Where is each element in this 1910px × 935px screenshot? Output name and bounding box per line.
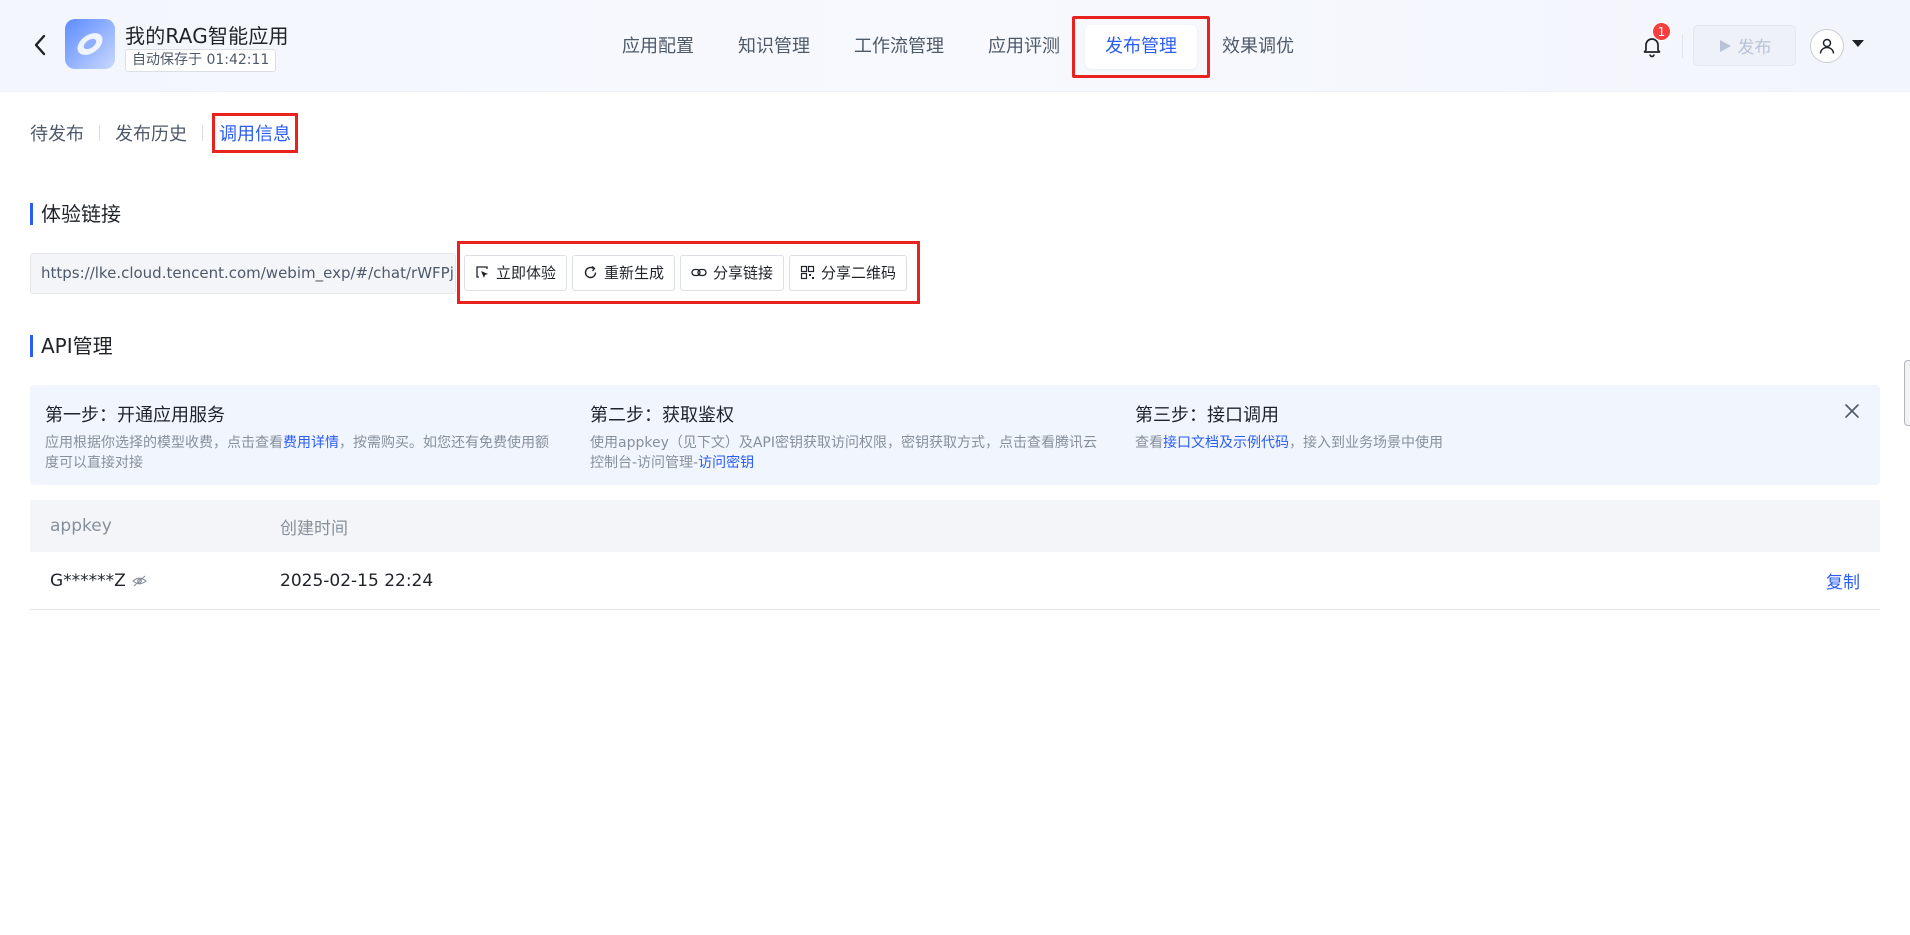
user-icon <box>1819 38 1835 54</box>
step-3: 第三步：接口调用 查看接口文档及示例代码，接入到业务场景中使用 <box>1135 401 1645 453</box>
autosave-status: 自动保存于 01:42:11 <box>125 49 277 72</box>
step-2-desc-text: 使用appkey（见下文）及API密钥获取访问权限，密钥获取方式，点击查看腾讯云… <box>590 435 1098 471</box>
header-appkey: appkey <box>50 516 112 536</box>
copy-cell: 复制 <box>1800 568 1880 593</box>
play-icon <box>1719 39 1731 52</box>
experience-url-field[interactable]: https://lke.cloud.tencent.com/webim_exp/… <box>30 253 456 294</box>
scrollbar-handle[interactable] <box>1904 360 1910 426</box>
publish-button[interactable]: 发布 <box>1693 25 1796 66</box>
qrcode-icon <box>800 265 815 280</box>
nav-evaluation[interactable]: 应用评测 <box>966 25 1064 69</box>
regenerate-label: 重新生成 <box>604 264 665 282</box>
tab-history[interactable]: 发布历史 <box>115 120 187 146</box>
step-1-desc: 应用根据你选择的模型收费，点击查看费用详情，按需购买。如您还有免费使用额度可以直… <box>45 433 555 473</box>
main-nav: 应用配置 知识管理 工作流管理 应用评测 发布管理 效果调优 <box>600 16 1316 78</box>
share-link-button[interactable]: 分享链接 <box>680 254 785 291</box>
link-icon <box>691 268 707 277</box>
nav-tuning[interactable]: 效果调优 <box>1218 25 1316 69</box>
copy-button[interactable]: 复制 <box>1826 573 1860 593</box>
highlight-box-actions: 立即体验 重新生成 分享链接 分享二维码 <box>457 241 920 304</box>
close-icon <box>1845 404 1859 418</box>
notification-badge: 1 <box>1652 22 1671 41</box>
back-button[interactable] <box>28 30 52 60</box>
fee-details-link[interactable]: 费用详情 <box>283 435 339 451</box>
chevron-down-icon[interactable] <box>1852 40 1864 47</box>
step-3-desc: 查看接口文档及示例代码，接入到业务场景中使用 <box>1135 433 1645 453</box>
appkey-value: G******Z <box>50 570 126 591</box>
header-divider <box>1682 34 1683 58</box>
nav-workflow[interactable]: 工作流管理 <box>832 25 966 69</box>
step-3-desc-text: 查看 <box>1135 435 1163 451</box>
step-1: 第一步：开通应用服务 应用根据你选择的模型收费，点击查看费用详情，按需购买。如您… <box>45 401 555 473</box>
appkey-cell: G******Z <box>30 571 280 591</box>
app-name: 我的RAG智能应用 <box>125 24 289 48</box>
try-now-button[interactable]: 立即体验 <box>464 254 568 291</box>
cursor-click-icon <box>476 266 488 278</box>
highlight-box-subtab: 调用信息 <box>212 113 298 153</box>
highlight-box-nav: 发布管理 <box>1072 16 1210 78</box>
try-now-label: 立即体验 <box>496 264 557 282</box>
sub-tabs: 待发布 发布历史 调用信息 <box>30 113 298 153</box>
step-2: 第二步：获取鉴权 使用appkey（见下文）及API密钥获取访问权限，密钥获取方… <box>590 401 1100 473</box>
tab-pending[interactable]: 待发布 <box>30 120 84 146</box>
api-docs-link[interactable]: 接口文档及示例代码 <box>1163 435 1289 451</box>
nav-app-config[interactable]: 应用配置 <box>600 25 716 69</box>
tab-divider <box>202 125 203 141</box>
step-3-title: 第三步：接口调用 <box>1135 405 1279 426</box>
back-arrow-icon <box>34 34 46 56</box>
header-created: 创建时间 <box>280 518 348 539</box>
step-1-desc-text: 应用根据你选择的模型收费，点击查看 <box>45 435 283 451</box>
appkey-table: appkey 创建时间 G******Z 2025-02-15 22:24 复制 <box>30 500 1880 610</box>
step-1-title: 第一步：开通应用服务 <box>45 405 225 426</box>
eye-slash-icon[interactable] <box>131 575 147 587</box>
nav-publish[interactable]: 发布管理 <box>1085 25 1197 69</box>
section-title-experience: 体验链接 <box>30 203 121 225</box>
nav-knowledge[interactable]: 知识管理 <box>716 25 832 69</box>
step-3-desc-text-end: ，接入到业务场景中使用 <box>1289 435 1443 451</box>
table-row: G******Z 2025-02-15 22:24 复制 <box>30 552 1880 610</box>
section-title-api: API管理 <box>30 335 113 357</box>
close-steps-button[interactable] <box>1842 401 1862 421</box>
api-steps-banner: 第一步：开通应用服务 应用根据你选择的模型收费，点击查看费用详情，按需购买。如您… <box>30 385 1880 485</box>
tab-divider <box>99 125 100 141</box>
tab-call-info[interactable]: 调用信息 <box>219 120 291 146</box>
share-qrcode-button[interactable]: 分享二维码 <box>789 254 908 291</box>
user-avatar[interactable] <box>1810 29 1844 63</box>
publish-button-label: 发布 <box>1737 38 1772 58</box>
created-time-cell: 2025-02-15 22:24 <box>280 570 434 591</box>
app-header: 我的RAG智能应用 自动保存于 01:42:11 应用配置 知识管理 工作流管理… <box>0 0 1910 92</box>
refresh-icon <box>584 265 597 279</box>
access-key-link[interactable]: 访问密钥 <box>698 455 754 471</box>
share-qrcode-label: 分享二维码 <box>821 264 897 282</box>
app-logo-icon <box>65 19 115 69</box>
table-header: appkey 创建时间 <box>30 500 1880 552</box>
step-2-title: 第二步：获取鉴权 <box>590 405 734 426</box>
step-2-desc: 使用appkey（见下文）及API密钥获取访问权限，密钥获取方式，点击查看腾讯云… <box>590 433 1100 473</box>
regenerate-button[interactable]: 重新生成 <box>572 254 676 291</box>
share-link-label: 分享链接 <box>713 264 774 282</box>
